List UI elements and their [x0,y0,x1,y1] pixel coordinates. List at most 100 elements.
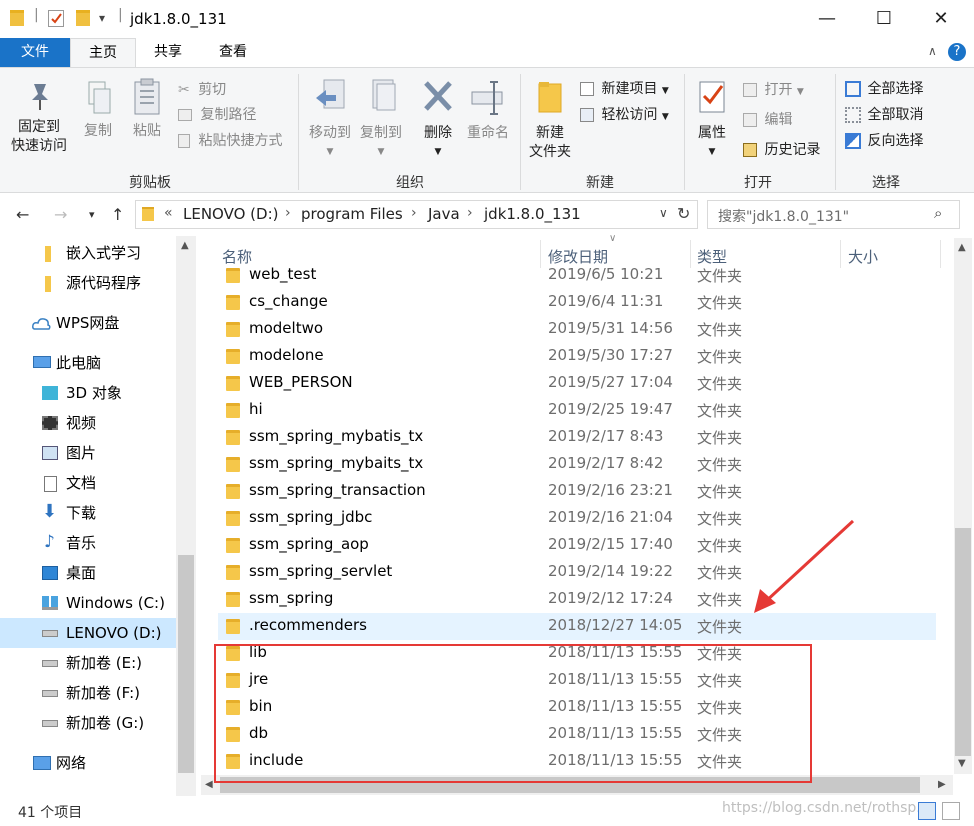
chevron-down-icon[interactable]: ∨ [659,206,668,220]
new-folder-quick-icon[interactable] [76,10,92,28]
nav-item-music[interactable]: ♪ 音乐 [0,528,176,558]
properties-button[interactable]: 属性 ▼ [692,78,732,162]
group-divider [520,74,521,190]
search-icon[interactable]: ⌕ [934,204,942,222]
breadcrumb-item[interactable]: jdk1.8.0_131 [484,205,581,223]
delete-button[interactable]: 删除 ▼ [418,78,458,162]
history-button[interactable]: 历史记录 [743,139,820,159]
chevron-right-icon[interactable]: › [467,205,473,221]
open-group-label: 打开 [744,175,772,191]
refresh-icon[interactable]: ↻ [677,204,690,223]
breadcrumb-overflow[interactable]: « [164,205,173,221]
properties-label: 属性 [698,125,726,141]
select-none-button[interactable]: 全部取消 [845,104,923,124]
open-button[interactable]: 打开 ▼ [743,79,804,99]
select-all-button[interactable]: 全部选择 [845,78,923,98]
invert-selection-button[interactable]: 反向选择 [845,130,923,150]
nav-label: 下载 [66,504,97,522]
nav-item-wps-cloud[interactable]: WPS网盘 [0,308,176,338]
scroll-up-icon[interactable]: ▲ [958,242,966,253]
cut-button[interactable]: ✂ 剪切 [178,79,226,99]
tab-share[interactable]: 共享 [137,38,199,67]
rename-button[interactable]: 重命名 [463,78,513,143]
up-button[interactable]: ↑ [111,205,124,224]
file-row[interactable]: ssm_spring_mybatis_tx 2019/2/17 8:43 文件夹 [218,424,936,451]
file-date: 2019/2/17 8:42 [548,454,664,472]
file-row[interactable]: ssm_spring_transaction 2019/2/16 23:21 文件夹 [218,478,936,505]
file-row[interactable]: ssm_spring_mybaits_tx 2019/2/17 8:42 文件夹 [218,451,936,478]
nav-item-source-code[interactable]: 源代码程序 [0,268,176,298]
nav-item-embedded-study[interactable]: 嵌入式学习 [0,238,176,268]
pin-quick-access-button[interactable]: 固定到 快速访问 [8,80,70,156]
minimize-button[interactable]: — [804,5,850,33]
nav-item-volume-f[interactable]: 新加卷 (F:) [0,678,176,708]
forward-button[interactable]: → [54,205,67,224]
nav-item-network[interactable]: 网络 [0,748,176,778]
nav-item-pictures[interactable]: 图片 [0,438,176,468]
file-row[interactable]: WEB_PERSON 2019/5/27 17:04 文件夹 [218,370,936,397]
copy-to-button[interactable]: 复制到 ▼ [356,78,406,162]
column-divider[interactable] [940,240,941,268]
scroll-right-icon[interactable]: ▶ [938,779,946,790]
collapse-ribbon-icon[interactable]: ∧ [928,44,937,58]
drive-icon [42,720,58,727]
nav-label: 文档 [66,474,97,492]
nav-item-this-pc[interactable]: 此电脑 [0,348,176,378]
nav-item-videos[interactable]: 视频 [0,408,176,438]
chevron-right-icon[interactable]: › [285,205,291,221]
dropdown-arrow-icon: ▼ [326,147,334,157]
scroll-up-icon[interactable]: ▲ [181,240,189,251]
select-none-icon [845,107,861,123]
paste-shortcut-button[interactable]: 粘贴快捷方式 [178,130,282,150]
nav-item-volume-g[interactable]: 新加卷 (G:) [0,708,176,738]
nav-item-3d-objects[interactable]: 3D 对象 [0,378,176,408]
nav-label: 图片 [66,444,97,462]
file-name: .recommenders [249,616,367,634]
details-view-icon[interactable] [918,802,936,820]
list-scrollbar-thumb[interactable] [955,528,971,756]
nav-item-lenovo-d[interactable]: LENOVO (D:) [0,618,176,648]
desktop-icon [42,566,58,580]
select-all-icon [845,81,861,97]
new-folder-button[interactable]: 新建 文件夹 [526,78,574,162]
breadcrumb-item[interactable]: LENOVO (D:) [183,205,278,223]
scroll-down-icon[interactable]: ▼ [958,758,966,769]
tab-file[interactable]: 文件 [0,38,70,67]
tab-view[interactable]: 查看 [200,38,266,67]
new-item-button[interactable]: 新建项目 ▼ [580,78,669,98]
recent-locations-button[interactable]: ▾ [89,208,95,221]
breadcrumb-item[interactable]: Java [428,205,460,223]
file-row[interactable]: cs_change 2019/6/4 11:31 文件夹 [218,289,936,316]
file-row[interactable]: web_test 2019/6/5 10:21 文件夹 [218,262,936,289]
file-row[interactable]: hi 2019/2/25 19:47 文件夹 [218,397,936,424]
pin-label-1: 固定到 [18,119,60,135]
nav-item-volume-e[interactable]: 新加卷 (E:) [0,648,176,678]
edit-button[interactable]: 编辑 [743,109,792,129]
breadcrumb-item[interactable]: program Files [301,205,403,223]
maximize-button[interactable]: ☐ [861,5,907,33]
file-row[interactable]: modelone 2019/5/30 17:27 文件夹 [218,343,936,370]
copy-path-button[interactable]: 复制路径 [178,104,256,124]
easy-access-button[interactable]: 轻松访问 ▼ [580,104,669,124]
nav-scrollbar-thumb[interactable] [178,555,194,773]
nav-label: 网络 [56,754,87,772]
scroll-left-icon[interactable]: ◀ [205,779,213,790]
customize-qa-icon[interactable]: ▾ [99,11,105,25]
history-icon [743,143,757,157]
close-button[interactable]: ✕ [918,5,964,33]
help-icon[interactable]: ? [948,43,966,61]
properties-quick-icon[interactable] [48,10,64,27]
nav-item-windows-c[interactable]: Windows (C:) [0,588,176,618]
chevron-right-icon[interactable]: › [411,205,417,221]
back-button[interactable]: ← [16,205,29,224]
copy-button[interactable]: 复制 [78,80,118,141]
tab-home[interactable]: 主页 [70,38,136,67]
paste-button[interactable]: 粘贴 [126,78,168,141]
move-to-button[interactable]: 移动到 ▼ [305,78,355,162]
nav-label: 音乐 [66,534,97,552]
large-icons-view-icon[interactable] [942,802,960,820]
nav-item-documents[interactable]: 文档 [0,468,176,498]
nav-item-downloads[interactable]: ⬇ 下载 [0,498,176,528]
nav-item-desktop[interactable]: 桌面 [0,558,176,588]
file-row[interactable]: modeltwo 2019/5/31 14:56 文件夹 [218,316,936,343]
